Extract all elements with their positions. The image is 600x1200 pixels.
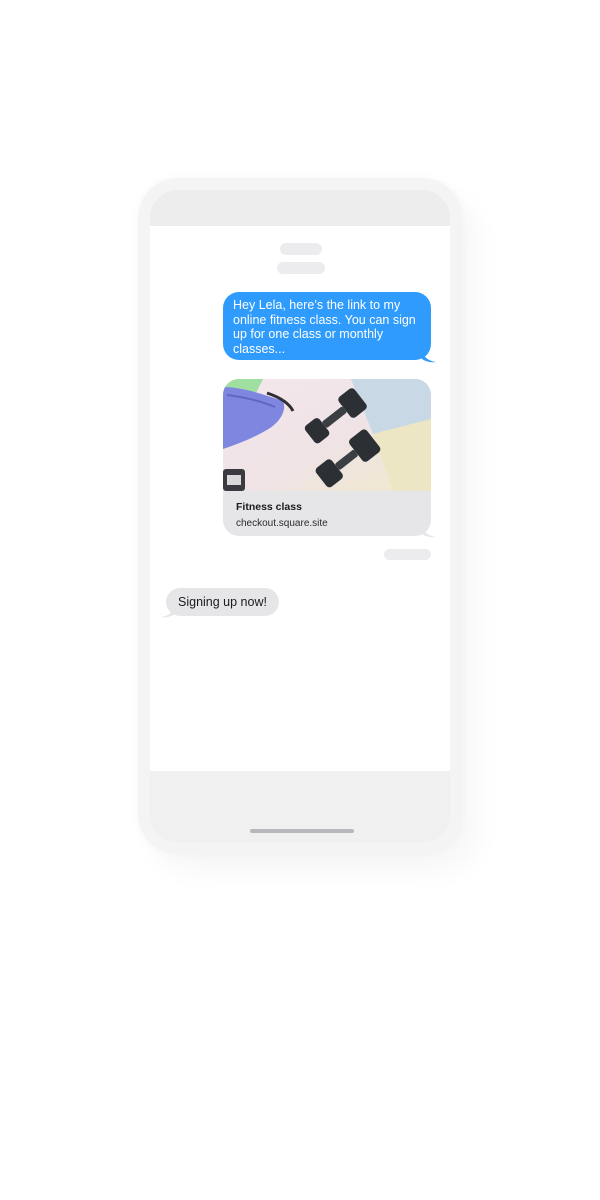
dumbbells-photo	[223, 379, 431, 491]
bottom-bar	[150, 771, 450, 842]
link-preview-url[interactable]: checkout.square.site	[236, 518, 328, 529]
phone-frame: Hey Lela, here’s the link to my online f…	[138, 178, 462, 854]
message-thread[interactable]: Hey Lela, here’s the link to my online f…	[150, 226, 450, 771]
home-indicator[interactable]	[250, 829, 354, 833]
link-preview-card[interactable]: Fitness class checkout.square.site	[223, 379, 431, 536]
incoming-message-bubble[interactable]: Signing up now!	[166, 588, 279, 616]
contact-avatar-placeholder	[280, 243, 322, 255]
outgoing-message-bubble[interactable]: Hey Lela, here’s the link to my online f…	[223, 292, 431, 360]
link-preview-tail	[422, 526, 436, 538]
delivery-status-placeholder	[384, 549, 431, 560]
phone-screen-bezel: Hey Lela, here’s the link to my online f…	[150, 190, 450, 842]
outgoing-bubble-tail	[422, 351, 436, 363]
status-bar	[150, 190, 450, 226]
illustration-stage: Hey Lela, here’s the link to my online f…	[0, 0, 600, 1200]
contact-name-placeholder	[277, 262, 325, 274]
link-preview-title: Fitness class	[236, 501, 302, 513]
